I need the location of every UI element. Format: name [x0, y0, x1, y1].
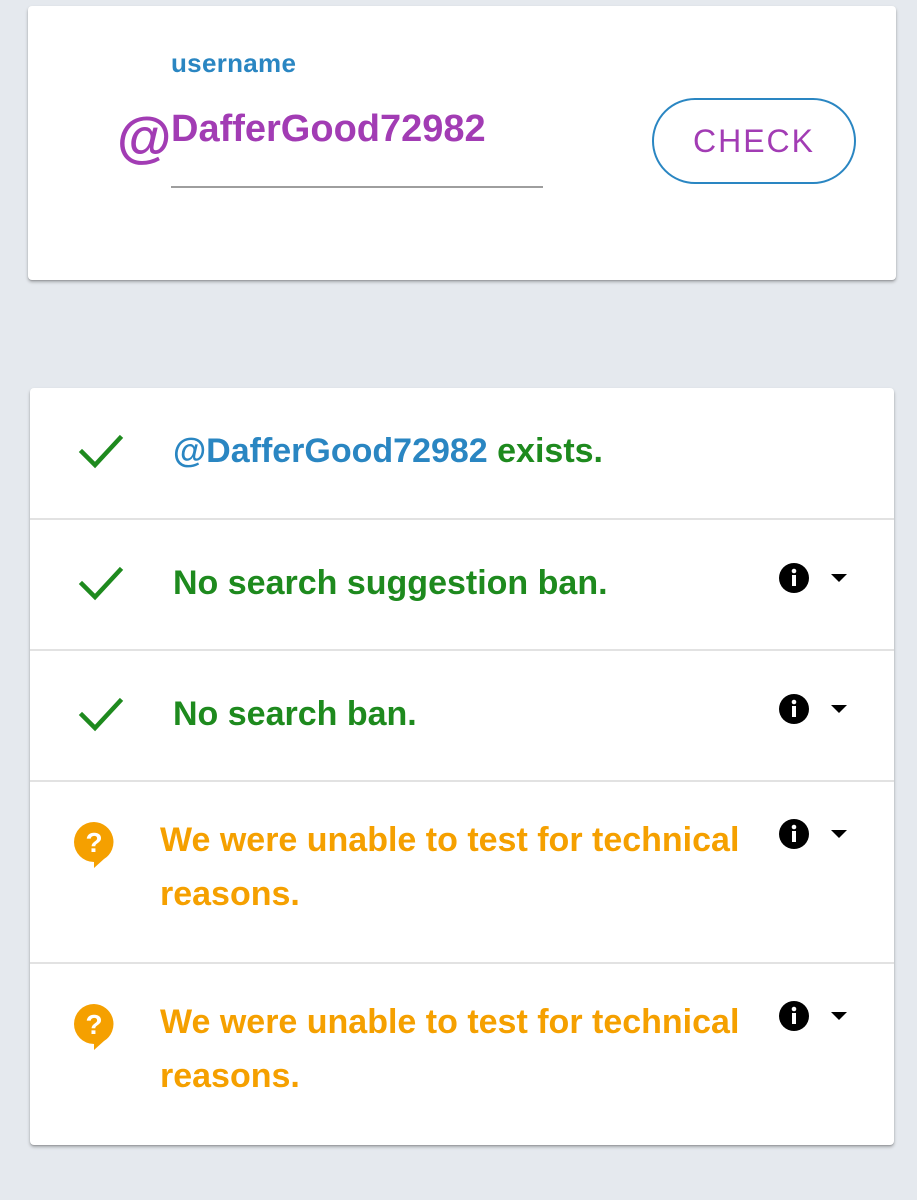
checkmark-icon: [78, 697, 124, 732]
result-text: No search ban.: [173, 695, 417, 733]
username-input[interactable]: [171, 108, 543, 151]
info-icon[interactable]: [778, 693, 810, 725]
chevron-down-icon[interactable]: [830, 1011, 848, 1021]
result-row-unable-1: ? We were unable to test for technical r…: [30, 782, 894, 964]
input-underline: [171, 186, 543, 188]
result-text: We were unable to test for technical rea…: [160, 1003, 740, 1095]
at-sign-icon: @: [116, 106, 171, 169]
info-icon[interactable]: [778, 562, 810, 594]
result-row-search-ban: No search ban.: [30, 651, 894, 782]
svg-text:?: ?: [85, 1009, 102, 1040]
chevron-down-icon[interactable]: [830, 704, 848, 714]
result-row-unable-2: ? We were unable to test for technical r…: [30, 964, 894, 1145]
info-icon[interactable]: [778, 1000, 810, 1032]
chevron-down-icon[interactable]: [830, 573, 848, 583]
result-row-search-suggestion-ban: No search suggestion ban.: [30, 520, 894, 651]
result-row-exists: @DafferGood72982 exists.: [30, 388, 894, 520]
result-text: @DafferGood72982 exists.: [173, 432, 604, 470]
info-icon[interactable]: [778, 818, 810, 850]
checkmark-icon: [78, 434, 124, 469]
result-text: No search suggestion ban.: [173, 564, 608, 602]
chevron-down-icon[interactable]: [830, 829, 848, 839]
question-bubble-icon: ?: [74, 822, 114, 868]
question-bubble-icon: ?: [74, 1004, 114, 1050]
username-label: username: [171, 48, 297, 78]
result-text: We were unable to test for technical rea…: [160, 821, 740, 913]
check-button[interactable]: CHECK: [652, 98, 856, 184]
svg-text:?: ?: [85, 827, 102, 858]
username-handle[interactable]: @DafferGood72982: [173, 432, 488, 470]
results-card: @DafferGood72982 exists. No search sugge…: [30, 388, 894, 1145]
checkmark-icon: [78, 566, 124, 601]
username-check-card: @ username CHECK: [28, 6, 896, 280]
